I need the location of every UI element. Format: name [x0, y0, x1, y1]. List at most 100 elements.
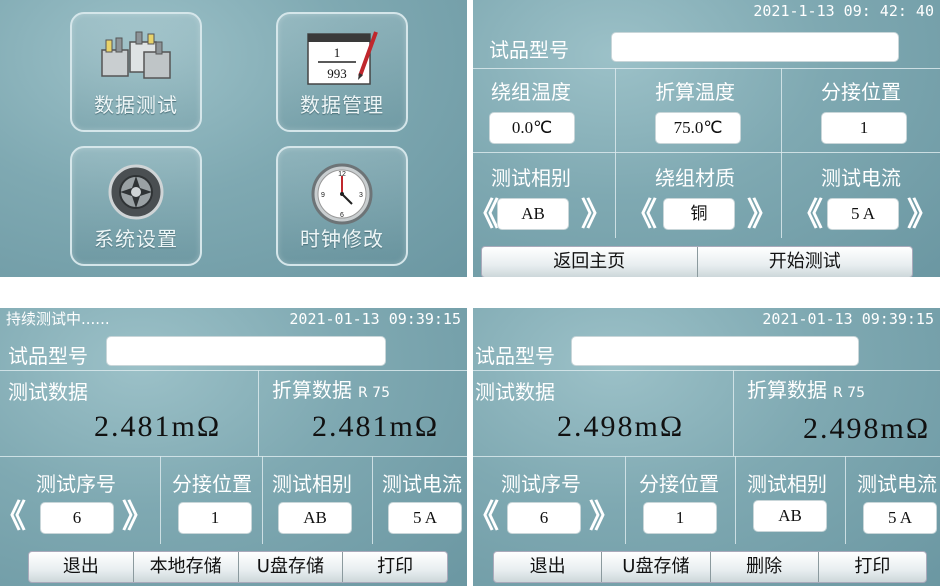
- model-label: 试品型号: [489, 38, 569, 62]
- tap-label: 分接位置: [639, 472, 719, 496]
- conv-data-label: 折算数据 R 75: [747, 374, 865, 403]
- divider: [372, 456, 373, 544]
- model-input[interactable]: [611, 32, 899, 62]
- model-input[interactable]: [106, 336, 386, 366]
- fraction-numerator: 1: [334, 45, 341, 60]
- conv-value: 2.481mΩ: [312, 410, 440, 443]
- print-button[interactable]: 打印: [819, 552, 926, 582]
- datetime: 2021-01-13 09:39:15: [762, 310, 934, 328]
- current-value: 5 A: [827, 198, 899, 230]
- svg-text:9: 9: [321, 192, 325, 199]
- notepad-icon: 1 993: [302, 28, 382, 92]
- running-status: 持续测试中......: [6, 310, 110, 328]
- gear-icon: [106, 162, 166, 226]
- datetime: 2021-01-13 09:39:15: [289, 310, 461, 328]
- data-test-tile[interactable]: 数据测试: [70, 12, 202, 132]
- conv-data-sub: R 75: [833, 385, 865, 401]
- conv-data-sub: R 75: [358, 385, 390, 401]
- current-label: 测试电流: [857, 472, 937, 496]
- phase-value: AB: [278, 502, 352, 534]
- test-setup-panel: 2021-1-13 09: 42: 40 试品型号 绕组温度 折算温度 分接位置…: [473, 0, 940, 277]
- exit-button[interactable]: 退出: [29, 552, 134, 582]
- seq-next-button[interactable]: 》: [122, 500, 154, 532]
- tap-label: 分接位置: [172, 472, 252, 496]
- clock-adjust-tile[interactable]: 12 3 6 9 时钟修改: [276, 146, 408, 266]
- seq-next-button[interactable]: 》: [589, 500, 621, 532]
- divider: [473, 152, 940, 153]
- conv-data-label: 折算数据 R 75: [272, 374, 390, 403]
- delete-button[interactable]: 删除: [711, 552, 819, 582]
- running-test-panel: 持续测试中...... 2021-01-13 09:39:15 试品型号 测试数…: [0, 308, 467, 586]
- data-manage-tile[interactable]: 1 993 数据管理: [276, 12, 408, 132]
- seq-value: 6: [40, 502, 114, 534]
- tap-input[interactable]: 1: [821, 112, 907, 144]
- data-test-label: 数据测试: [94, 93, 178, 117]
- material-value: 铜: [663, 198, 735, 230]
- divider: [845, 456, 846, 544]
- fraction-denominator: 993: [327, 66, 347, 81]
- exit-button[interactable]: 退出: [494, 552, 603, 582]
- status-bar: 2021-1-13 09: 42: 40: [473, 0, 940, 22]
- back-home-button[interactable]: 返回主页: [482, 247, 698, 277]
- result-panel: 2021-01-13 09:39:15 试品型号 测试数据 折算数据 R 75 2…: [473, 308, 940, 586]
- material-prev-button[interactable]: 《: [625, 198, 657, 230]
- start-test-button[interactable]: 开始测试: [698, 247, 913, 277]
- test-data-label: 测试数据: [475, 380, 555, 404]
- datetime: 2021-1-13 09: 42: 40: [753, 2, 934, 20]
- system-settings-label: 系统设置: [94, 227, 178, 251]
- divider: [0, 370, 467, 371]
- phase-value: AB: [497, 198, 569, 230]
- phase-label: 测试相别: [272, 472, 352, 496]
- conv-temp-input[interactable]: 75.0℃: [655, 112, 741, 144]
- divider: [258, 370, 259, 456]
- material-next-button[interactable]: 》: [747, 198, 779, 230]
- current-value: 5 A: [863, 502, 937, 534]
- material-label: 绕组材质: [655, 166, 735, 190]
- print-button[interactable]: 打印: [343, 552, 447, 582]
- model-label: 试品型号: [475, 344, 555, 368]
- system-settings-tile[interactable]: 系统设置: [70, 146, 202, 266]
- model-label: 试品型号: [8, 344, 88, 368]
- current-label: 测试电流: [821, 166, 901, 190]
- seq-prev-button[interactable]: 《: [473, 500, 499, 532]
- divider: [781, 68, 782, 238]
- current-next-button[interactable]: 》: [907, 198, 939, 230]
- data-manage-label: 数据管理: [300, 93, 384, 117]
- divider: [625, 456, 626, 544]
- phase-label: 测试相别: [491, 166, 571, 190]
- conv-temp-label: 折算温度: [655, 80, 735, 104]
- run-button-bar: 退出 本地存储 U盘存储 打印: [28, 551, 448, 583]
- test-value: 2.498mΩ: [557, 410, 685, 443]
- seq-value: 6: [507, 502, 581, 534]
- usb-save-button[interactable]: U盘存储: [602, 552, 711, 582]
- tap-value: 1: [178, 502, 252, 534]
- main-menu-panel: 数据测试 1 993 数据管理 系统设置 12 3 6 9 时钟修改: [0, 0, 467, 277]
- divider: [262, 456, 263, 544]
- svg-text:3: 3: [359, 192, 363, 199]
- setup-button-bar: 返回主页 开始测试: [481, 246, 913, 277]
- winding-temp-input[interactable]: 0.0℃: [489, 112, 575, 144]
- svg-text:6: 6: [340, 212, 344, 219]
- clock-adjust-label: 时钟修改: [300, 227, 384, 251]
- divider: [473, 456, 940, 457]
- phase-prev-button[interactable]: 《: [473, 198, 499, 230]
- model-input[interactable]: [571, 336, 859, 366]
- conv-data-text: 折算数据: [272, 378, 352, 402]
- divider: [615, 68, 616, 238]
- seq-label: 测试序号: [501, 472, 581, 496]
- transformer-icon: [96, 28, 176, 88]
- seq-label: 测试序号: [36, 472, 116, 496]
- local-save-button[interactable]: 本地存储: [134, 552, 239, 582]
- status-bar: 持续测试中...... 2021-01-13 09:39:15: [0, 308, 467, 330]
- tap-value: 1: [643, 502, 717, 534]
- winding-temp-label: 绕组温度: [491, 80, 571, 104]
- usb-save-button[interactable]: U盘存储: [239, 552, 344, 582]
- seq-prev-button[interactable]: 《: [0, 500, 26, 532]
- phase-next-button[interactable]: 》: [581, 198, 613, 230]
- divider: [733, 370, 734, 456]
- test-data-label: 测试数据: [8, 380, 88, 404]
- current-label: 测试电流: [382, 472, 462, 496]
- current-prev-button[interactable]: 《: [791, 198, 823, 230]
- divider: [473, 370, 940, 371]
- conv-value: 2.498mΩ: [803, 412, 931, 445]
